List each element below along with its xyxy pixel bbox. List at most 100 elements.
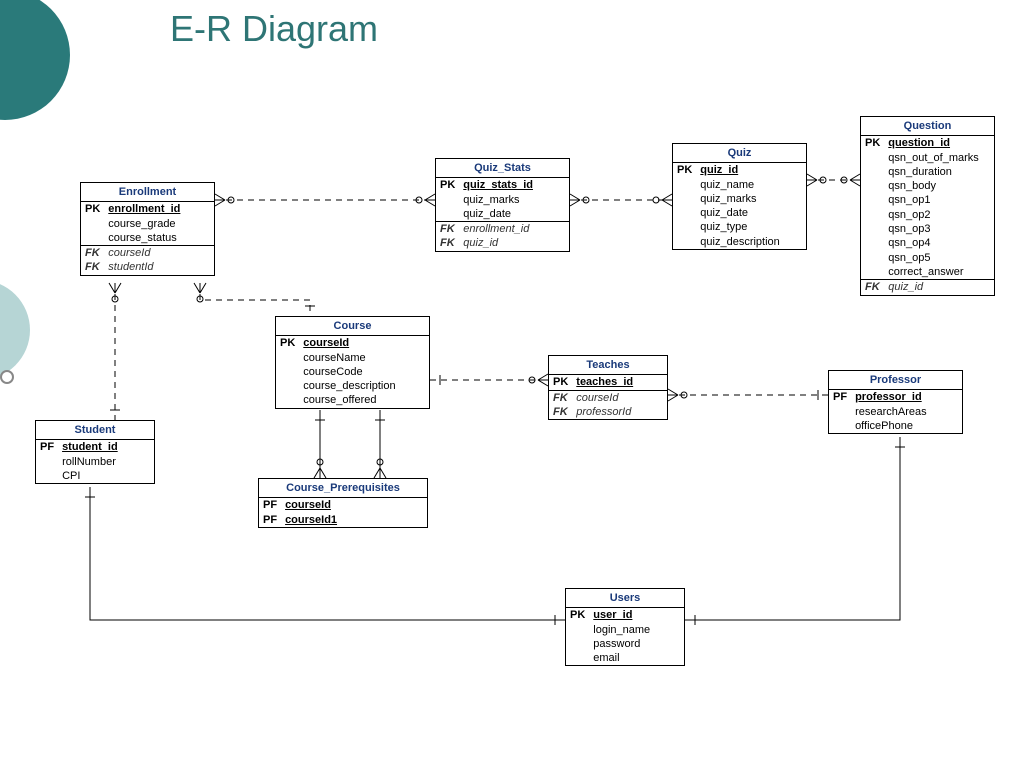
slide-decoration-arc: [0, 0, 70, 120]
field-keytype: [673, 220, 696, 234]
field-keytype: [829, 405, 851, 419]
field-name: quiz_type: [696, 220, 806, 234]
entity-title: Professor: [829, 371, 962, 390]
entity-fields: PKuser_idlogin_namepasswordemail: [566, 608, 684, 665]
entity-fields: PKenrollment_idcourse_gradecourse_status…: [81, 202, 214, 274]
field-row: course_grade: [81, 217, 214, 231]
field-keytype: [276, 379, 299, 393]
field-row: FKquiz_id: [436, 236, 569, 250]
field-name: quiz_id: [459, 236, 569, 250]
field-name: qsn_body: [884, 179, 994, 193]
field-keytype: [81, 217, 104, 231]
field-keytype: [861, 236, 884, 250]
field-name: correct_answer: [884, 265, 994, 280]
field-row: quiz_date: [436, 207, 569, 222]
field-keytype: [861, 151, 884, 165]
field-keytype: [36, 469, 58, 483]
entity-fields: PFprofessor_idresearchAreasofficePhone: [829, 390, 962, 433]
field-row: quiz_marks: [436, 193, 569, 207]
field-name: professor_id: [851, 390, 962, 404]
field-row: qsn_body: [861, 179, 994, 193]
connector-enr-course: [200, 283, 310, 316]
field-keytype: FK: [549, 391, 572, 405]
entity-fields: PFstudent_idrollNumberCPI: [36, 440, 154, 483]
field-row: PFcourseId: [259, 498, 427, 512]
field-keytype: [276, 351, 299, 365]
field-keytype: [673, 235, 696, 249]
entity-teaches: TeachesPKteaches_idFKcourseIdFKprofessor…: [548, 355, 668, 420]
entity-title: Quiz: [673, 144, 806, 163]
field-row: quiz_date: [673, 206, 806, 220]
field-name: rollNumber: [58, 455, 154, 469]
field-row: PKcourseId: [276, 336, 429, 350]
entity-quiz: QuizPKquiz_idquiz_namequiz_marksquiz_dat…: [672, 143, 807, 250]
field-name: password: [589, 637, 684, 651]
field-keytype: [673, 206, 696, 220]
field-keytype: PF: [259, 498, 281, 512]
field-row: qsn_duration: [861, 165, 994, 179]
field-row: FKenrollment_id: [436, 222, 569, 236]
connector-prof-users: [685, 437, 900, 620]
field-row: course_offered: [276, 393, 429, 407]
field-row: courseName: [276, 351, 429, 365]
field-row: PKquiz_id: [673, 163, 806, 177]
field-name: quiz_id: [696, 163, 806, 177]
field-row: CPI: [36, 469, 154, 483]
field-row: FKprofessorId: [549, 405, 667, 419]
field-keytype: [829, 419, 851, 433]
field-row: quiz_marks: [673, 192, 806, 206]
field-name: courseId1: [281, 513, 427, 527]
entity-fields: PFcourseIdPFcourseId1: [259, 498, 427, 527]
field-keytype: FK: [436, 236, 459, 250]
field-keytype: PF: [36, 440, 58, 454]
entity-title: Course: [276, 317, 429, 336]
field-name: question_id: [884, 136, 994, 150]
field-keytype: [861, 208, 884, 222]
field-name: quiz_marks: [459, 193, 569, 207]
field-name: quiz_marks: [696, 192, 806, 206]
entity-fields: PKteaches_idFKcourseIdFKprofessorId: [549, 375, 667, 419]
field-name: qsn_op5: [884, 251, 994, 265]
field-row: quiz_name: [673, 178, 806, 192]
field-keytype: [436, 207, 459, 222]
field-row: qsn_op3: [861, 222, 994, 236]
field-row: quiz_type: [673, 220, 806, 234]
field-name: professorId: [572, 405, 667, 419]
field-name: course_offered: [299, 393, 429, 407]
field-row: FKcourseId: [549, 391, 667, 405]
field-keytype: FK: [861, 280, 884, 294]
field-row: quiz_description: [673, 235, 806, 249]
entity-fields: PKquiz_idquiz_namequiz_marksquiz_datequi…: [673, 163, 806, 249]
field-row: qsn_op1: [861, 193, 994, 207]
field-name: quiz_date: [696, 206, 806, 220]
field-name: course_grade: [104, 217, 214, 231]
field-name: quiz_description: [696, 235, 806, 249]
entity-quiz_stats: Quiz_StatsPKquiz_stats_idquiz_marksquiz_…: [435, 158, 570, 252]
field-keytype: [81, 231, 104, 246]
field-name: qsn_duration: [884, 165, 994, 179]
field-name: course_status: [104, 231, 214, 246]
field-keytype: PK: [549, 375, 572, 390]
field-keytype: [673, 192, 696, 206]
field-row: course_status: [81, 231, 214, 246]
field-keytype: FK: [81, 246, 104, 260]
field-name: enrollment_id: [104, 202, 214, 216]
entity-users: UsersPKuser_idlogin_namepasswordemail: [565, 588, 685, 666]
field-keytype: [861, 265, 884, 280]
field-row: PKenrollment_id: [81, 202, 214, 216]
field-name: officePhone: [851, 419, 962, 433]
field-row: qsn_op4: [861, 236, 994, 250]
field-keytype: PK: [436, 178, 459, 192]
field-keytype: FK: [549, 405, 572, 419]
entity-title: Student: [36, 421, 154, 440]
field-keytype: PF: [259, 513, 281, 527]
field-row: qsn_out_of_marks: [861, 151, 994, 165]
field-name: qsn_op1: [884, 193, 994, 207]
field-keytype: PF: [829, 390, 851, 404]
field-row: qsn_op2: [861, 208, 994, 222]
entity-professor: ProfessorPFprofessor_idresearchAreasoffi…: [828, 370, 963, 434]
field-name: researchAreas: [851, 405, 962, 419]
field-name: student_id: [58, 440, 154, 454]
entity-title: Users: [566, 589, 684, 608]
field-name: user_id: [589, 608, 684, 622]
